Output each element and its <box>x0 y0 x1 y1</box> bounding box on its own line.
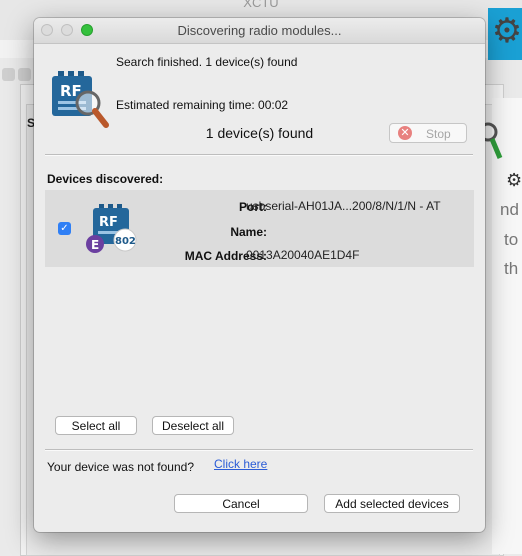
device-list-item[interactable]: ✓ RF E 802 Port: usbserial-AH01JA...200/… <box>45 190 474 267</box>
deselect-all-button[interactable]: Deselect all <box>152 416 234 435</box>
gear-icon[interactable]: ⚙ <box>490 14 522 48</box>
divider-top <box>45 154 473 156</box>
remaining-time-text: Estimated remaining time: 00:02 <box>116 98 289 112</box>
protocol-number-badge: 802 <box>115 236 136 247</box>
settings-gear-icon[interactable]: ⚙ <box>506 170 522 191</box>
stop-icon: ✕ <box>398 126 412 140</box>
background-text-line-3: th <box>504 259 519 278</box>
radio-module-icon-text: RF <box>99 215 118 230</box>
devices-discovered-header: Devices discovered: <box>47 172 164 186</box>
stop-button-label: Stop <box>426 127 451 141</box>
radio-module-magnifier-icon: RF <box>52 71 109 128</box>
device-checkbox[interactable]: ✓ <box>58 222 71 235</box>
toolbar-mini-icon-1[interactable] <box>2 68 15 81</box>
port-value: usbserial-AH01JA...200/8/N/1/N - AT <box>246 199 441 213</box>
device-not-found-text: Your device was not found? <box>47 460 194 474</box>
background-text-line-1: nd <box>500 200 519 219</box>
click-here-link[interactable]: Click here <box>214 457 267 471</box>
stop-button[interactable]: ✕ Stop <box>389 123 467 143</box>
toolbar-mini-icon-2[interactable] <box>18 68 31 81</box>
background-app-title: XCTU <box>243 0 279 10</box>
name-label: Name: <box>230 225 267 239</box>
background-text-line-2: to <box>504 230 519 249</box>
cancel-button[interactable]: Cancel <box>174 494 308 513</box>
select-all-button[interactable]: Select all <box>55 416 137 435</box>
add-selected-devices-button[interactable]: Add selected devices <box>324 494 460 513</box>
radio-module-icon: RF E 802 <box>86 204 137 253</box>
dialog-title: Discovering radio modules... <box>177 23 342 38</box>
dialog-titlebar[interactable]: Discovering radio modules... <box>34 18 485 44</box>
divider-bottom <box>45 449 473 451</box>
mac-address-value: 0013A20040AE1D4F <box>246 248 360 262</box>
search-status-text: Search finished. 1 device(s) found <box>116 55 298 69</box>
discovery-dialog: Discovering radio modules... RF Search f… <box>34 18 485 532</box>
background-right-panel <box>492 98 522 554</box>
protocol-letter-badge: E <box>91 238 99 252</box>
